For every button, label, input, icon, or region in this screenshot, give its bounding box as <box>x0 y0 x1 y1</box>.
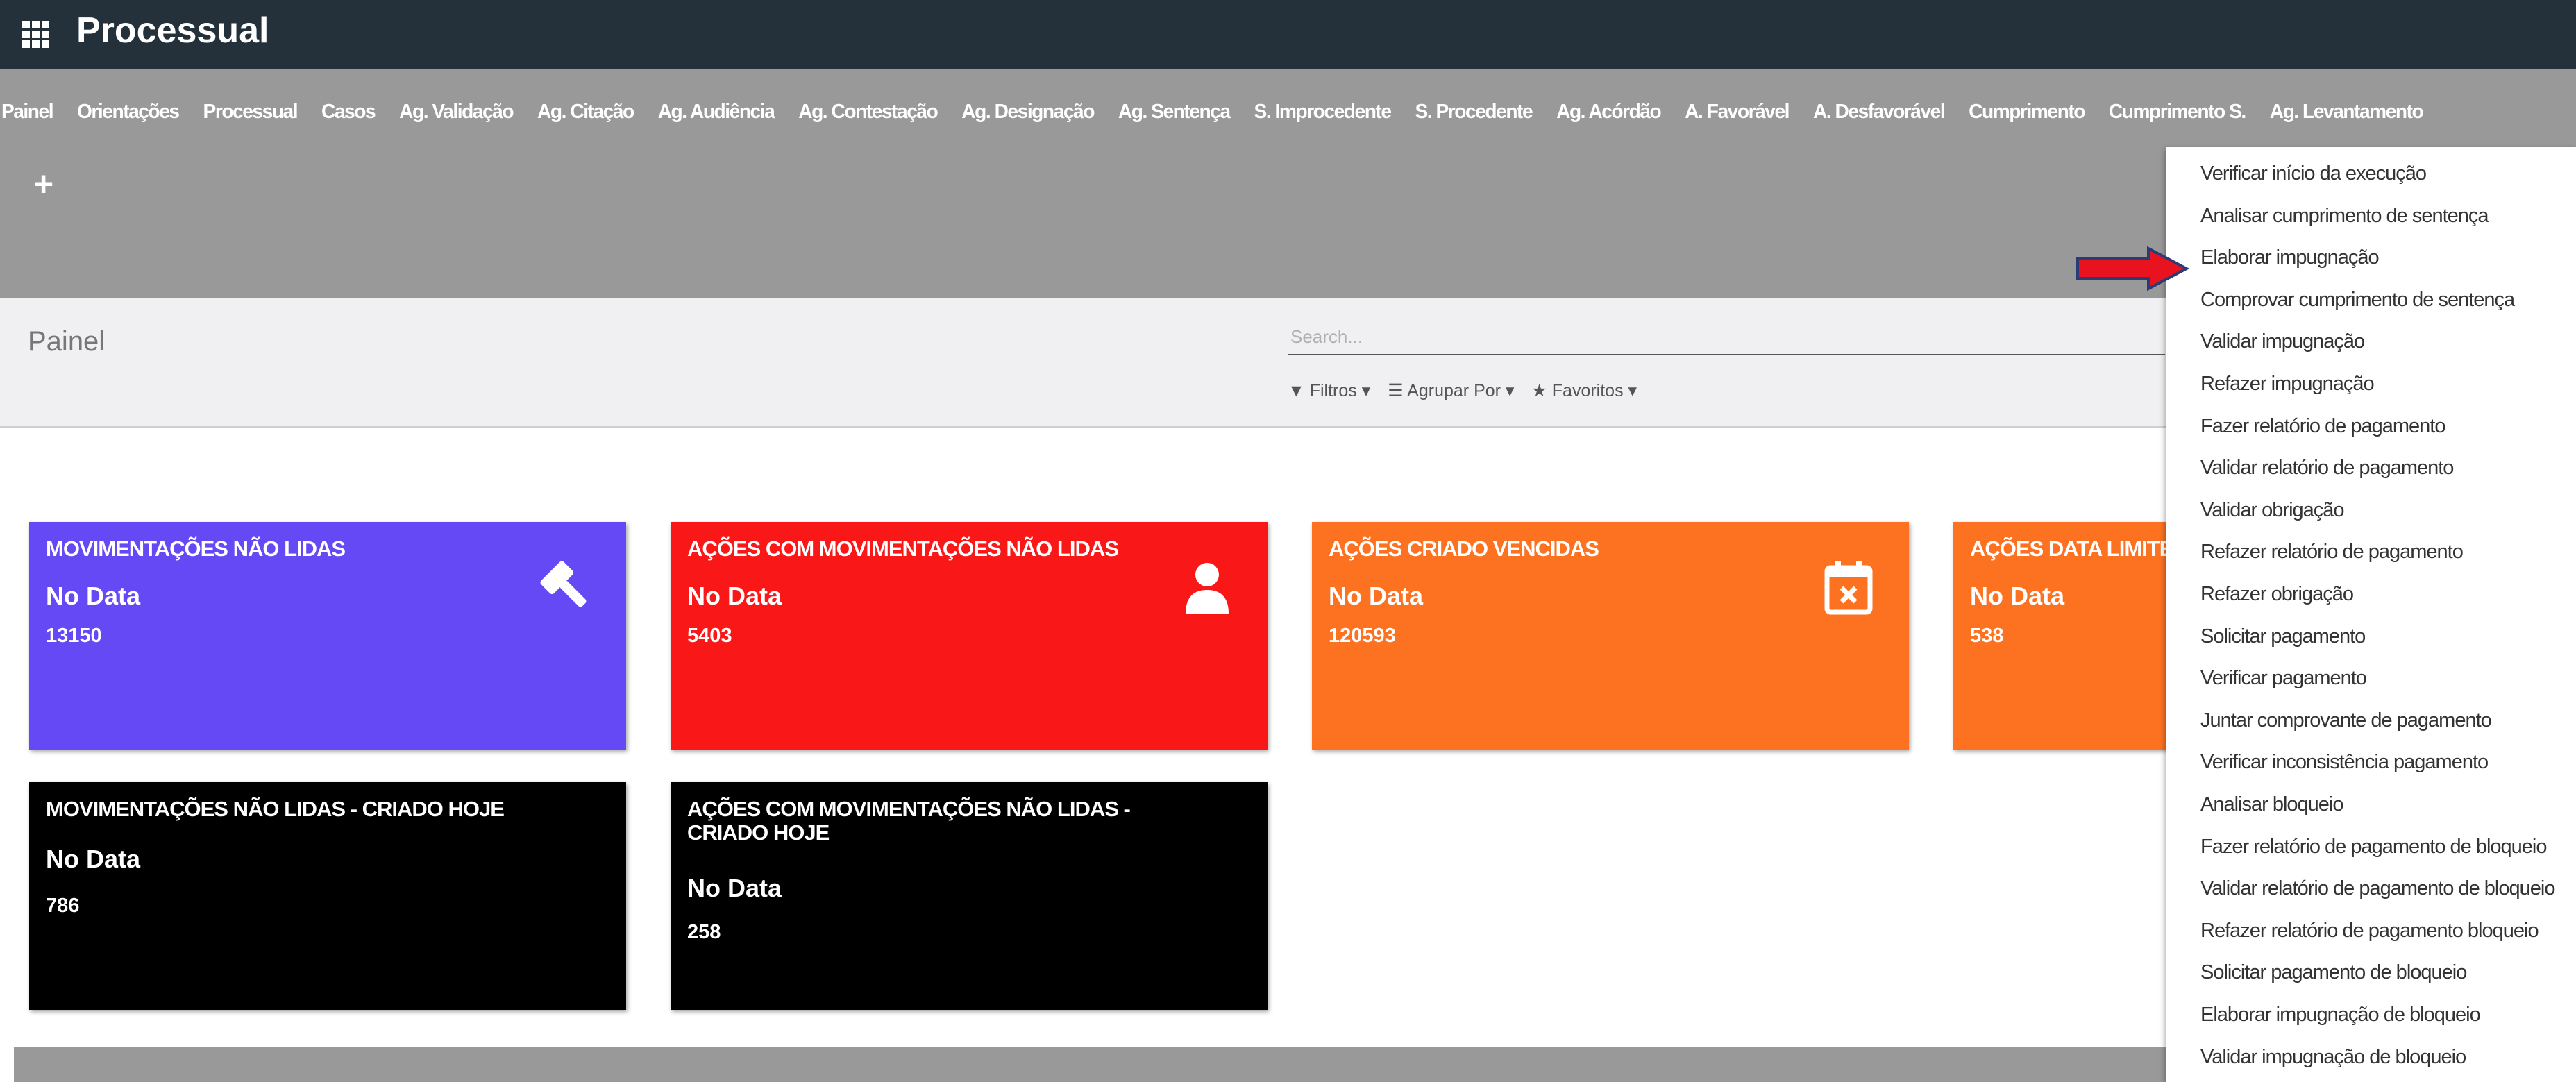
menu-item-s-improcedente[interactable]: S. Improcedente <box>1238 101 1399 124</box>
dropdown-item[interactable]: Verificar inconsistência pagamento <box>2200 751 2489 774</box>
dropdown-item[interactable]: Comprovar cumprimento de sentença <box>2200 289 2515 312</box>
menu-item-cumprimento-s[interactable]: Cumprimento S. <box>2093 101 2254 124</box>
dropdown-item[interactable]: Verificar pagamento <box>2200 667 2367 690</box>
menu-item-processual[interactable]: Processual <box>187 101 305 124</box>
tile-status: No Data <box>46 845 141 873</box>
dropdown-item[interactable]: Refazer relatório de pagamento bloqueio <box>2200 920 2539 942</box>
dropdown-item[interactable]: Validar relatório de pagamento de bloque… <box>2200 877 2555 900</box>
tile-title: AÇÕES CRIADO VENCIDAS <box>1329 536 1599 561</box>
tile-unread-movements-today[interactable]: MOVIMENTAÇÕES NÃO LIDAS - CRIADO HOJE No… <box>29 782 626 1010</box>
tile-title: AÇÕES DATA LIMITE <box>1970 537 2171 561</box>
dropdown-item[interactable]: Validar relatório de pagamento <box>2200 457 2454 480</box>
dropdown-item[interactable]: Solicitar pagamento de bloqueio <box>2200 961 2467 984</box>
red-arrow-annotation <box>2076 246 2190 291</box>
tile-count: 120593 <box>1329 625 1396 647</box>
add-menu-button[interactable]: + <box>33 167 53 201</box>
favorites-button[interactable]: ★ Favoritos ▾ <box>1531 380 1637 401</box>
search-options: ▼ Filtros ▾ ☰ Agrupar Por ▾ ★ Favoritos … <box>1288 380 1649 401</box>
search-input[interactable] <box>1288 319 2165 355</box>
dropdown-item[interactable]: Fazer relatório de pagamento de bloqueio <box>2200 836 2547 859</box>
menu-item-a-favor-vel[interactable]: A. Favorável <box>1669 101 1797 124</box>
menu-item-ag-levantamento[interactable]: Ag. Levantamento <box>2253 101 2430 124</box>
tile-count: 786 <box>46 895 80 917</box>
menu-item-ag-senten-a[interactable]: Ag. Sentença <box>1102 101 1238 124</box>
tile-actions-unread-movements[interactable]: AÇÕES COM MOVIMENTAÇÕES NÃO LIDAS No Dat… <box>671 522 1268 750</box>
menu-items: Painel Orientações Processual Casos Ag. Vali… <box>0 101 2431 135</box>
dropdown-item[interactable]: Analisar cumprimento de sentença <box>2200 205 2489 228</box>
menu-item-ag-valida-o[interactable]: Ag. Validação <box>383 101 521 124</box>
menu-item-cumprimento[interactable]: Cumprimento <box>1953 101 2093 124</box>
menu-item-a-desfavor-vel[interactable]: A. Desfavorável <box>1797 101 1953 124</box>
tile-status: No Data <box>687 582 782 610</box>
tile-status: No Data <box>46 582 141 610</box>
app-title: Processual <box>76 10 269 51</box>
user-icon <box>1186 563 1229 614</box>
menu-item-ag-designa-o[interactable]: Ag. Designação <box>945 101 1102 124</box>
menu-item-orienta-es[interactable]: Orientações <box>61 101 187 124</box>
dropdown-item[interactable]: Elaborar impugnação <box>2200 246 2380 269</box>
menu-item-casos[interactable]: Casos <box>305 101 383 124</box>
menu-item-ag-ac-rd-o[interactable]: Ag. Acórdão <box>1540 101 1669 124</box>
filters-button[interactable]: ▼ Filtros ▾ <box>1288 380 1370 401</box>
tile-unread-movements[interactable]: MOVIMENTAÇÕES NÃO LIDAS No Data 13150 <box>29 522 626 750</box>
tile-actions-unread-movements-today[interactable]: AÇÕES COM MOVIMENTAÇÕES NÃO LIDAS - CRIA… <box>671 782 1268 1010</box>
tile-count: 13150 <box>46 625 102 647</box>
dropdown-item[interactable]: Fazer relatório de pagamento <box>2200 415 2445 438</box>
tile-title: MOVIMENTAÇÕES NÃO LIDAS - CRIADO HOJE <box>46 797 505 821</box>
dropdown-item[interactable]: Elaborar impugnação de bloqueio <box>2200 1004 2481 1026</box>
menu-item-painel[interactable]: Painel <box>0 101 61 124</box>
tile-count: 258 <box>687 921 721 943</box>
dropdown-item[interactable]: Juntar comprovante de pagamento <box>2200 709 2492 732</box>
dropdown-item[interactable]: Refazer obrigação <box>2200 583 2354 606</box>
menu-item-s-procedente[interactable]: S. Procedente <box>1399 101 1540 124</box>
breadcrumb[interactable]: Painel <box>28 326 105 357</box>
calendar-x-icon <box>1824 561 1873 615</box>
tile-status: No Data <box>1329 582 1424 610</box>
footer-bar <box>14 1047 2173 1082</box>
tile-actions-overdue[interactable]: AÇÕES CRIADO VENCIDAS No Data 120593 <box>1312 522 1909 750</box>
dropdown-item[interactable]: Validar obrigação <box>2200 499 2345 522</box>
dropdown-item[interactable]: Validar impugnação <box>2200 330 2365 353</box>
tile-count: 538 <box>1970 625 2004 647</box>
cumprimento-dropdown-menu: Verificar início da execução Analisar cum… <box>2166 147 2576 1082</box>
menu-item-ag-audi-ncia[interactable]: Ag. Audiência <box>641 101 782 124</box>
top-bar: Processual <box>0 0 2576 69</box>
group-by-button[interactable]: ☰ Agrupar Por ▾ <box>1388 380 1514 401</box>
dropdown-item[interactable]: Analisar bloqueio <box>2200 793 2343 816</box>
dropdown-item[interactable]: Validar impugnação de bloqueio <box>2200 1046 2466 1069</box>
apps-grid-icon[interactable] <box>22 21 50 49</box>
dropdown-item[interactable]: Solicitar pagamento <box>2200 625 2366 648</box>
tile-title: AÇÕES COM MOVIMENTAÇÕES NÃO LIDAS <box>687 536 1119 561</box>
gavel-icon <box>540 561 587 607</box>
menu-item-ag-cita-o[interactable]: Ag. Citação <box>521 101 642 124</box>
tile-title: AÇÕES COM MOVIMENTAÇÕES NÃO LIDAS - CRIA… <box>687 797 1131 845</box>
tile-status: No Data <box>687 874 782 902</box>
dropdown-item[interactable]: Refazer relatório de pagamento <box>2200 541 2464 564</box>
tile-actions-deadline[interactable]: AÇÕES DATA LIMITE No Data 538 <box>1953 522 2171 750</box>
tile-status: No Data <box>1970 582 2065 610</box>
tile-title: MOVIMENTAÇÕES NÃO LIDAS <box>46 536 346 561</box>
menu-item-ag-contesta-o[interactable]: Ag. Contestação <box>782 101 945 124</box>
tile-count: 5403 <box>687 625 732 647</box>
dropdown-item[interactable]: Verificar início da execução <box>2200 162 2427 185</box>
dropdown-item[interactable]: Refazer impugnação <box>2200 373 2375 396</box>
